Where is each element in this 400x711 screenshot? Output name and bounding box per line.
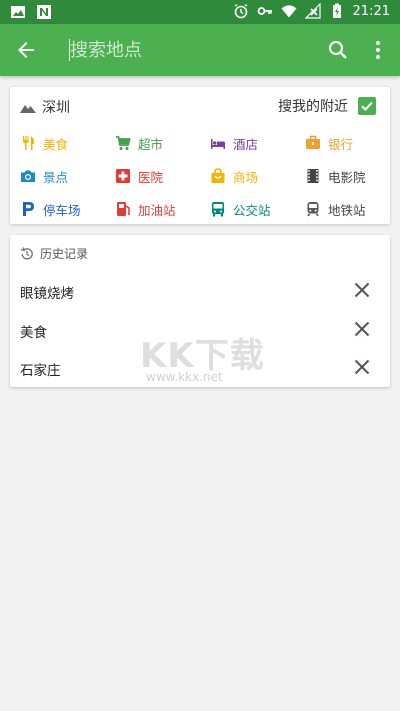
- category-attraction[interactable]: 景点: [20, 166, 68, 186]
- category-subway[interactable]: 地铁站: [305, 199, 366, 219]
- film-icon: [307, 169, 319, 183]
- wifi-icon: [281, 5, 297, 18]
- category-gas-station[interactable]: 加油站: [115, 199, 176, 219]
- cart-icon: [116, 136, 131, 150]
- n-icon: [37, 5, 51, 19]
- nearby-checkbox[interactable]: [358, 97, 376, 115]
- search-nearby-toggle[interactable]: 搜我的附近: [278, 96, 376, 116]
- parking-icon: [23, 202, 34, 216]
- close-icon[interactable]: [352, 319, 372, 339]
- bag-icon: [211, 168, 225, 183]
- watermark-url: www.kkx.net: [146, 370, 223, 384]
- watermark: KK下载 www.kkx.net: [140, 328, 270, 388]
- category-hospital[interactable]: 医院: [115, 166, 163, 186]
- history-icon: [20, 246, 33, 260]
- category-food[interactable]: 美食: [20, 133, 68, 153]
- category-mall[interactable]: 商场: [210, 166, 258, 186]
- city-label: 深圳: [42, 100, 70, 116]
- close-icon[interactable]: [352, 280, 372, 300]
- history-item[interactable]: 眼镜烧烤: [10, 272, 390, 310]
- category-cinema[interactable]: 电影院: [305, 166, 366, 186]
- status-time: 21:21: [352, 3, 390, 19]
- history-title: 历史记录: [40, 247, 89, 261]
- back-arrow-icon[interactable]: [14, 38, 38, 62]
- subway-icon: [307, 202, 319, 217]
- gas-icon: [117, 202, 130, 216]
- mountain-icon: [20, 105, 36, 113]
- key-icon: [257, 7, 272, 15]
- search-nearby-label: 搜我的附近: [278, 99, 348, 115]
- history-item-text: 石家庄: [20, 363, 61, 379]
- check-icon: [361, 101, 373, 112]
- category-supermarket[interactable]: 超市: [115, 133, 163, 153]
- bus-icon: [212, 202, 224, 217]
- history-item-text: 美食: [20, 325, 47, 341]
- nearby-card: 深圳 搜我的附近 美食 超市 酒店 银行 景点 医院 商场 电影院 停车场 加油…: [10, 87, 390, 224]
- signal-icon: [304, 3, 321, 19]
- camera-icon: [21, 170, 35, 182]
- category-bus-stop[interactable]: 公交站: [210, 199, 271, 219]
- history-header: 历史记录: [20, 245, 88, 262]
- status-bar: 21:21: [0, 0, 400, 24]
- history-item-text: 眼镜烧烤: [20, 286, 74, 302]
- app-bar: [0, 24, 400, 76]
- battery-icon: [332, 3, 341, 18]
- category-bank[interactable]: 银行: [305, 133, 353, 153]
- alarm-icon: [234, 3, 247, 19]
- search-icon[interactable]: [326, 38, 350, 62]
- city-selector[interactable]: 深圳: [20, 97, 70, 117]
- more-options-icon[interactable]: [366, 38, 390, 62]
- hotel-icon: [211, 139, 225, 149]
- image-icon: [11, 6, 25, 18]
- close-icon[interactable]: [352, 357, 372, 377]
- restaurant-icon: [23, 136, 34, 150]
- search-input[interactable]: [70, 36, 300, 64]
- category-parking[interactable]: 停车场: [20, 199, 81, 219]
- hospital-icon: [116, 169, 130, 183]
- category-hotel[interactable]: 酒店: [210, 133, 258, 153]
- bank-icon: [306, 135, 320, 149]
